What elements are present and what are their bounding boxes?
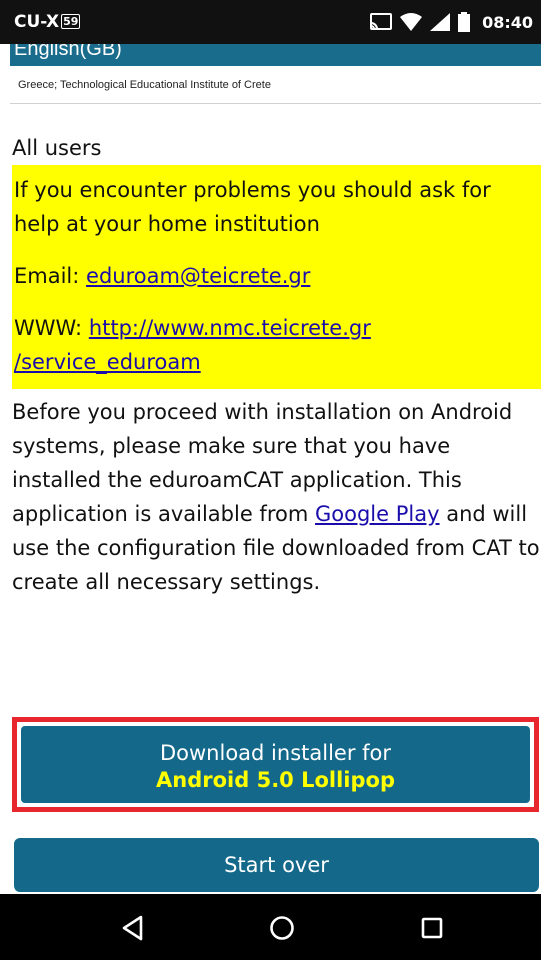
download-highlight: Download installer for Android 5.0 Lolli…	[12, 717, 539, 812]
support-email: Email: eduroam@teicrete.gr	[14, 259, 537, 293]
recent-apps-icon[interactable]	[418, 914, 446, 942]
install-instructions: Before you proceed with installation on …	[12, 395, 541, 599]
support-info-box: If you encounter problems you should ask…	[12, 165, 541, 389]
battery-icon	[458, 12, 471, 32]
email-label: Email:	[14, 264, 80, 288]
cell-signal-icon	[430, 13, 451, 31]
navigation-bar	[0, 894, 541, 960]
status-icons: 08:40	[370, 10, 533, 34]
audience-heading: All users	[12, 136, 102, 160]
download-label: Download installer for	[159, 741, 392, 765]
start-over-button[interactable]: Start over	[14, 838, 539, 892]
status-bar: CU-X 59 08:40	[0, 0, 541, 44]
home-icon[interactable]	[268, 914, 296, 942]
google-play-link[interactable]: Google Play	[315, 502, 440, 526]
download-installer-button[interactable]: Download installer for Android 5.0 Lolli…	[21, 726, 530, 803]
support-message: If you encounter problems you should ask…	[14, 178, 491, 236]
cast-icon	[370, 12, 393, 32]
support-www: WWW: http://www.nmc.teicrete.gr/service_…	[14, 311, 537, 379]
back-icon[interactable]	[119, 914, 147, 942]
email-link[interactable]: eduroam@teicrete.gr	[86, 264, 310, 288]
carrier-label: CU-X	[14, 12, 60, 32]
wifi-icon	[400, 13, 423, 31]
download-platform: Android 5.0 Lollipop	[156, 768, 395, 792]
www-link-line2: /service_eduroam	[14, 350, 201, 374]
language-selector[interactable]: English(GB)	[10, 44, 541, 66]
main-content: All users If you encounter problems you …	[12, 133, 541, 599]
carrier-badge: 59	[61, 14, 81, 29]
www-label: WWW:	[14, 316, 83, 340]
carrier-name: CU-X 59	[14, 12, 81, 32]
institution-name: Greece; Technological Educational Instit…	[10, 66, 541, 104]
language-label: English(GB)	[14, 44, 122, 60]
clock: 08:40	[482, 12, 533, 32]
www-link-line1: http://www.nmc.teicrete.gr	[88, 316, 371, 340]
